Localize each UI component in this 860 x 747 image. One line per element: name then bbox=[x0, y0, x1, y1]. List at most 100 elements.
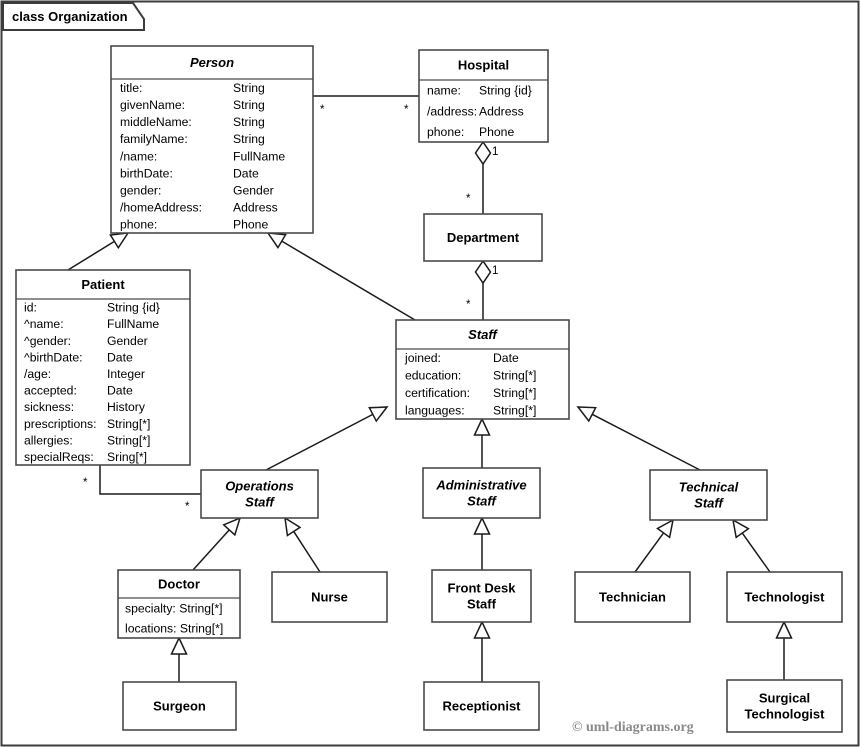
class-patient[interactable]: Patient id: String {id} ^name: FullName ^gend… bbox=[15, 269, 191, 466]
class-attribute-name-hospital-2: phone: bbox=[427, 125, 464, 139]
class-name-technologist: Technologist bbox=[745, 590, 826, 605]
class-attribute-type-patient-7: String[*] bbox=[107, 417, 150, 431]
multiplicity-person-hospital-to: * bbox=[404, 104, 409, 116]
class-name-administrative-staff: Administrative bbox=[435, 478, 526, 493]
multiplicity-patient-operations-staff-from: * bbox=[83, 477, 88, 489]
class-attribute-type-patient-6: History bbox=[107, 400, 146, 414]
class-name-front-desk-staff: Front Desk bbox=[448, 581, 517, 596]
class-name-doctor: Doctor bbox=[158, 577, 200, 592]
class-surgical-technologist[interactable]: SurgicalTechnologist bbox=[726, 679, 843, 733]
class-attribute-type-patient-8: String[*] bbox=[107, 433, 150, 447]
class-attribute-type-staff-0: Date bbox=[493, 351, 519, 365]
class-attribute-name-staff-1: education: bbox=[405, 369, 461, 383]
class-technician[interactable]: Technician bbox=[574, 571, 691, 623]
class-doctor[interactable]: Doctor specialty: String[*] locations: Str… bbox=[117, 569, 241, 639]
class-attribute-name-patient-0: id: bbox=[24, 301, 37, 315]
class-attribute-type-patient-2: Gender bbox=[107, 334, 148, 348]
class-name-technician: Technician bbox=[599, 590, 666, 605]
class-attribute-type-person-0: String bbox=[233, 81, 265, 95]
class-attribute-name-person-5: birthDate: bbox=[120, 166, 173, 180]
class-name-patient: Patient bbox=[81, 277, 125, 292]
class-attribute-type-patient-5: Date bbox=[107, 384, 133, 398]
multiplicity-hospital-department-whole: 1 bbox=[492, 146, 498, 158]
class-attribute-name-person-3: familyName: bbox=[120, 132, 188, 146]
diagram-canvas: class Organization Person title: String giv… bbox=[0, 0, 860, 747]
class-attribute-name-person-6: gender: bbox=[120, 184, 161, 198]
class-attribute-name-hospital-0: name: bbox=[427, 84, 461, 98]
class-attribute-name-patient-8: allergies: bbox=[24, 433, 73, 447]
class-person[interactable]: Person title: String givenName: String middle… bbox=[110, 45, 314, 234]
class-attribute-name-patient-1: ^name: bbox=[24, 317, 64, 331]
class-technical-staff[interactable]: TechnicalStaff bbox=[649, 469, 768, 521]
class-operations-staff[interactable]: OperationsStaff bbox=[200, 469, 319, 519]
class-name-nurse: Nurse bbox=[311, 590, 348, 605]
class-name-hospital: Hospital bbox=[458, 58, 509, 73]
class-attribute-type-staff-3: String[*] bbox=[493, 404, 536, 418]
class-attribute-name-patient-2: ^gender: bbox=[24, 334, 71, 348]
multiplicity-patient-operations-staff-to: * bbox=[185, 501, 190, 513]
class-name-receptionist: Receptionist bbox=[442, 699, 521, 714]
class-attribute-doctor-0: specialty: String[*] bbox=[125, 601, 223, 615]
class-attribute-type-patient-3: Date bbox=[107, 350, 133, 364]
class-attribute-name-staff-3: languages: bbox=[405, 404, 465, 418]
class-attribute-name-staff-0: joined: bbox=[404, 351, 441, 365]
class-name-front-desk-staff: Staff bbox=[467, 597, 497, 612]
class-front-desk-staff[interactable]: Front DeskStaff bbox=[431, 569, 532, 623]
class-attribute-type-patient-0: String {id} bbox=[107, 301, 160, 315]
class-nurse[interactable]: Nurse bbox=[271, 571, 388, 623]
class-attribute-name-staff-2: certification: bbox=[405, 386, 470, 400]
class-name-staff: Staff bbox=[468, 327, 498, 342]
class-hospital[interactable]: Hospital name: String {id}/address: Address… bbox=[418, 49, 549, 143]
class-attribute-type-person-1: String bbox=[233, 98, 265, 112]
class-attribute-type-patient-1: FullName bbox=[107, 317, 159, 331]
class-attribute-type-staff-2: String[*] bbox=[493, 386, 536, 400]
frame-title-label: class Organization bbox=[12, 9, 128, 24]
class-name-department: Department bbox=[447, 230, 520, 245]
class-attribute-type-hospital-1: Address bbox=[479, 104, 524, 118]
class-attribute-name-patient-5: accepted: bbox=[24, 384, 77, 398]
class-attribute-type-person-4: FullName bbox=[233, 149, 285, 163]
class-attribute-name-patient-3: ^birthDate: bbox=[24, 350, 83, 364]
class-name-operations-staff: Operations bbox=[225, 479, 294, 494]
copyright-text: © uml-diagrams.org bbox=[572, 720, 694, 735]
class-attribute-type-staff-1: String[*] bbox=[493, 369, 536, 383]
class-attribute-name-patient-4: /age: bbox=[24, 367, 51, 381]
multiplicity-hospital-department-part: * bbox=[466, 193, 471, 205]
credit-layer: © uml-diagrams.org bbox=[572, 720, 694, 735]
multiplicity-department-staff-part: * bbox=[466, 299, 471, 311]
class-attribute-type-person-6: Gender bbox=[233, 184, 274, 198]
class-name-person: Person bbox=[190, 55, 234, 70]
class-name-surgical-technologist: Surgical bbox=[759, 691, 810, 706]
class-attribute-type-person-3: String bbox=[233, 132, 265, 146]
class-attribute-type-patient-9: Sring[*] bbox=[107, 450, 147, 464]
class-name-administrative-staff: Staff bbox=[467, 494, 497, 509]
class-department[interactable]: Department bbox=[423, 213, 543, 262]
class-administrative-staff[interactable]: AdministrativeStaff bbox=[422, 467, 541, 519]
class-name-technical-staff: Technical bbox=[679, 480, 739, 495]
class-attribute-doctor-1: locations: String[*] bbox=[125, 621, 223, 635]
class-attribute-name-person-1: givenName: bbox=[120, 98, 185, 112]
class-staff[interactable]: Staff joined: Date education: String[*] certi… bbox=[395, 319, 570, 420]
class-name-operations-staff: Staff bbox=[245, 495, 275, 510]
class-attribute-type-person-7: Address bbox=[233, 201, 278, 215]
class-surgeon[interactable]: Surgeon bbox=[122, 681, 237, 731]
class-receptionist[interactable]: Receptionist bbox=[423, 681, 540, 731]
uml-class-diagram: class Organization Person title: String giv… bbox=[0, 0, 860, 747]
class-name-surgeon: Surgeon bbox=[153, 699, 206, 714]
class-attribute-type-person-5: Date bbox=[233, 166, 259, 180]
multiplicity-department-staff-whole: 1 bbox=[492, 265, 498, 277]
multiplicity-person-hospital-from: * bbox=[320, 104, 325, 116]
class-attribute-name-hospital-1: /address: bbox=[427, 104, 477, 118]
class-attribute-name-patient-6: sickness: bbox=[24, 400, 74, 414]
class-attribute-name-person-7: /homeAddress: bbox=[120, 201, 202, 215]
class-attribute-type-patient-4: Integer bbox=[107, 367, 145, 381]
class-attribute-name-person-4: /name: bbox=[120, 149, 157, 163]
class-attribute-name-patient-7: prescriptions: bbox=[24, 417, 96, 431]
class-attribute-type-hospital-2: Phone bbox=[479, 125, 514, 139]
class-attribute-name-person-2: middleName: bbox=[120, 115, 192, 129]
class-attribute-type-person-2: String bbox=[233, 115, 265, 129]
class-attribute-name-person-0: title: bbox=[120, 81, 142, 95]
class-technologist[interactable]: Technologist bbox=[726, 571, 843, 623]
class-name-surgical-technologist: Technologist bbox=[745, 707, 826, 722]
class-attribute-type-person-8: Phone bbox=[233, 218, 268, 232]
